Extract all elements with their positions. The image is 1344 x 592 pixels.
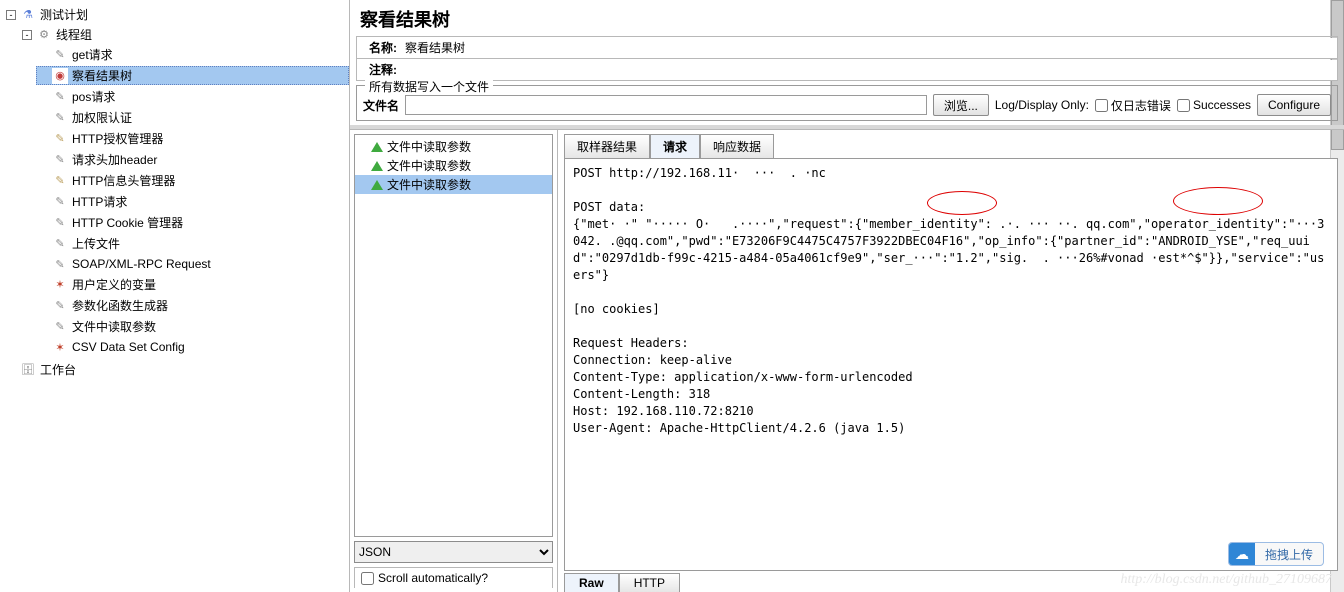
tree-item[interactable]: ✎get请求 — [36, 45, 349, 64]
filename-input[interactable] — [405, 95, 927, 115]
tree-label: 用户定义的变量 — [72, 276, 156, 293]
tree-item[interactable]: ✎ SOAP/XML-RPC Request — [36, 255, 349, 273]
tree-label: 参数化函数生成器 — [72, 297, 168, 314]
tree-item[interactable]: ✎文件中读取参数 — [36, 317, 349, 336]
detail-tab[interactable]: 响应数据 — [700, 134, 774, 158]
meta-fields: 名称: 注释: — [356, 36, 1338, 81]
workbench-icon: 🗄 — [20, 362, 36, 378]
probe-icon: ✎ — [52, 298, 68, 314]
toggle-icon[interactable]: - — [6, 10, 16, 20]
scroll-auto-checkbox[interactable]: Scroll automatically? — [354, 567, 553, 588]
browse-button[interactable]: 浏览... — [933, 94, 989, 116]
hdr-icon: ✎ — [52, 131, 68, 147]
nav-tree[interactable]: - ⚗ 测试计划 - ⚙ 线程组 ✎get请求◉察看结果树✎pos请求✎加权限认… — [0, 0, 350, 592]
tree-label: 测试计划 — [40, 6, 88, 23]
sample-row[interactable]: 文件中读取参数 — [355, 175, 552, 194]
flask-icon: ⚗ — [20, 7, 36, 23]
tree-label: 请求头加header — [72, 151, 157, 168]
tree-label: 文件中读取参数 — [72, 318, 156, 335]
tree-item[interactable]: ✎pos请求 — [36, 87, 349, 106]
request-body[interactable]: POST http://192.168.11· ··· . ·nc POST d… — [564, 158, 1338, 571]
tree-item[interactable]: ✎HTTP请求 — [36, 192, 349, 211]
tree-root[interactable]: - ⚗ 测试计划 — [4, 5, 349, 24]
tree-item[interactable]: ◉察看结果树 — [36, 66, 349, 85]
probe-icon: ✎ — [52, 194, 68, 210]
bug-icon: ✶ — [52, 277, 68, 293]
tree-label: get请求 — [72, 46, 113, 63]
tree-label: 工作台 — [40, 361, 76, 378]
detail-tab[interactable]: 取样器结果 — [564, 134, 650, 158]
errors-only-checkbox[interactable]: 仅日志错误 — [1095, 97, 1171, 114]
tree-item[interactable]: ✎HTTP授权管理器 — [36, 129, 349, 148]
tree-item[interactable]: ✎HTTP Cookie 管理器 — [36, 213, 349, 232]
tree-label: 线程组 — [56, 26, 92, 43]
filename-label: 文件名 — [363, 97, 399, 114]
tree-item[interactable]: ✎请求头加header — [36, 150, 349, 169]
tree-item[interactable]: ✶用户定义的变量 — [36, 275, 349, 294]
detail-tab[interactable]: 请求 — [650, 134, 700, 158]
hdr-icon: ✎ — [52, 173, 68, 189]
upload-pill[interactable]: ☁ 拖拽上传 — [1228, 542, 1324, 566]
sample-list[interactable]: 文件中读取参数文件中读取参数文件中读取参数 — [354, 134, 553, 537]
tree-label: HTTP Cookie 管理器 — [72, 214, 183, 231]
tree-item[interactable]: ✶ CSV Data Set Config — [36, 338, 349, 356]
configure-button[interactable]: Configure — [1257, 94, 1331, 116]
tree-label: CSV Data Set Config — [72, 340, 185, 354]
tree-workbench[interactable]: 🗄 工作台 — [4, 360, 349, 379]
gear-icon: ⚙ — [36, 27, 52, 43]
log-only-label: Log/Display Only: — [995, 98, 1089, 112]
success-icon — [371, 142, 383, 152]
sample-row[interactable]: 文件中读取参数 — [355, 156, 552, 175]
tree-item[interactable]: ✎上传文件 — [36, 234, 349, 253]
probe-icon: ✎ — [52, 256, 68, 272]
tree-label: 察看结果树 — [72, 67, 132, 84]
file-output-box: 所有数据写入一个文件 文件名 浏览... Log/Display Only: 仅… — [356, 85, 1338, 121]
probe-icon: ✎ — [52, 152, 68, 168]
name-input[interactable] — [401, 38, 1337, 58]
probe-icon: ✎ — [52, 47, 68, 63]
successes-checkbox[interactable]: Successes — [1177, 98, 1251, 112]
tree-item[interactable]: ✎参数化函数生成器 — [36, 296, 349, 315]
file-box-legend: 所有数据写入一个文件 — [365, 78, 493, 95]
probe-icon: ✎ — [52, 110, 68, 126]
tree-label: HTTP授权管理器 — [72, 130, 163, 147]
success-icon — [371, 161, 383, 171]
raw-tab[interactable]: HTTP — [619, 573, 680, 592]
note-label: 注释: — [357, 59, 401, 80]
tree-item[interactable]: ✎HTTP信息头管理器 — [36, 171, 349, 190]
probe-icon: ✎ — [52, 89, 68, 105]
cloud-icon: ☁ — [1229, 543, 1255, 565]
bug-icon: ✶ — [52, 339, 68, 355]
success-icon — [371, 180, 383, 190]
tree-label: pos请求 — [72, 88, 115, 105]
raw-tab[interactable]: Raw — [564, 573, 619, 592]
eye-icon: ◉ — [52, 68, 68, 84]
renderer-select[interactable]: JSON — [354, 541, 553, 563]
tree-item[interactable]: ✎加权限认证 — [36, 108, 349, 127]
probe-icon: ✎ — [52, 215, 68, 231]
toggle-icon[interactable]: - — [22, 30, 32, 40]
page-title: 察看结果树 — [350, 0, 1344, 36]
probe-icon: ✎ — [52, 319, 68, 335]
tree-label: 加权限认证 — [72, 109, 132, 126]
tree-label: HTTP信息头管理器 — [72, 172, 175, 189]
note-input[interactable] — [401, 60, 1337, 80]
tree-label: 上传文件 — [72, 235, 120, 252]
tree-label: SOAP/XML-RPC Request — [72, 257, 211, 271]
tree-thread-group[interactable]: - ⚙ 线程组 — [20, 25, 349, 44]
name-label: 名称: — [357, 37, 401, 58]
probe-icon: ✎ — [52, 236, 68, 252]
sample-row[interactable]: 文件中读取参数 — [355, 137, 552, 156]
tree-label: HTTP请求 — [72, 193, 127, 210]
